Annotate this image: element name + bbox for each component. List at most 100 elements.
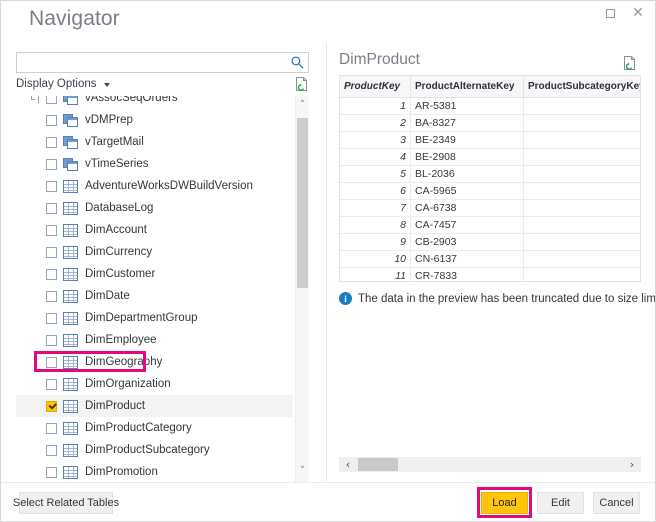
tree-item-databaselog[interactable]: DatabaseLog	[16, 197, 293, 219]
table-row[interactable]: 6CA-5965null	[340, 182, 640, 200]
tree-item-checkbox[interactable]	[46, 290, 57, 302]
table-icon	[63, 201, 78, 215]
maximize-button[interactable]	[597, 3, 623, 23]
tree-item-checkbox[interactable]	[46, 136, 57, 148]
tree-item-label: vTargetMail	[85, 136, 144, 148]
tree-item-checkbox[interactable]	[46, 224, 57, 236]
chevron-down-icon[interactable]	[104, 83, 110, 87]
tree-item-dimdepartmentgroup[interactable]: DimDepartmentGroup	[16, 307, 293, 329]
tree-item-label: vAssocSeqOrders	[85, 96, 178, 104]
load-button[interactable]: Load	[481, 492, 528, 514]
column-header-productsubcategorykey[interactable]: ProductSubcategoryKey	[523, 76, 640, 98]
scrollbar-thumb[interactable]	[358, 458, 398, 471]
tree-item-checkbox[interactable]	[46, 114, 57, 126]
table-row[interactable]: 11CR-7833null	[340, 267, 640, 281]
cancel-button[interactable]: Cancel	[593, 492, 640, 514]
tree-item-checkbox[interactable]	[46, 400, 57, 412]
search-icon[interactable]	[290, 55, 305, 70]
search-box[interactable]	[16, 52, 309, 74]
refresh-preview-icon[interactable]	[294, 76, 310, 93]
scroll-right-icon[interactable]: ›	[624, 457, 640, 472]
scroll-down-icon[interactable]: ˅	[296, 463, 309, 478]
preview-refresh-icon[interactable]	[622, 55, 638, 72]
tree-item-checkbox[interactable]	[46, 180, 57, 192]
tree-item-dimproductsubcategory[interactable]: DimProductSubcategory	[16, 439, 293, 461]
cell-productalternatekey: AR-5381	[410, 97, 524, 115]
edit-button[interactable]: Edit	[537, 492, 584, 514]
tree-item-vassocseqorders[interactable]: vAssocSeqOrders	[16, 96, 293, 109]
preview-title: DimProduct	[339, 51, 420, 68]
cell-productkey: 6	[340, 182, 411, 200]
tree-item-dimproductcategory[interactable]: DimProductCategory	[16, 417, 293, 439]
tree-item-checkbox[interactable]	[46, 246, 57, 258]
close-button[interactable]: ✕	[625, 3, 651, 23]
tree-item-vtimeseries[interactable]: vTimeSeries	[16, 153, 293, 175]
tree-item-dimcustomer[interactable]: DimCustomer	[16, 263, 293, 285]
table-icon	[63, 465, 78, 479]
table-row[interactable]: 2BA-8327null	[340, 114, 640, 132]
object-tree[interactable]: vAssocSeqOrders vDMPrep vTargetMail vTimeSe…	[16, 96, 309, 481]
tree-expander-icon[interactable]	[31, 96, 41, 103]
table-row[interactable]: 10CN-6137null	[340, 250, 640, 268]
tree-item-checkbox[interactable]	[46, 158, 57, 170]
tree-item-dimgeography[interactable]: DimGeography	[16, 351, 293, 373]
pane-divider	[326, 43, 327, 481]
column-header-productalternatekey[interactable]: ProductAlternateKey	[410, 76, 524, 98]
tree-item-label: DimPromotion	[85, 466, 158, 478]
scroll-up-icon[interactable]: ˄	[296, 97, 309, 112]
tree-item-checkbox[interactable]	[46, 312, 57, 324]
tree-item-label: DimGeography	[85, 356, 163, 368]
search-input[interactable]	[21, 53, 293, 74]
cell-productsubcategorykey: null	[523, 250, 640, 268]
truncation-notice: i The data in the preview has been trunc…	[339, 292, 655, 305]
object-tree-items: vAssocSeqOrders vDMPrep vTargetMail vTimeSe…	[16, 96, 293, 481]
tree-item-dimpromotion[interactable]: DimPromotion	[16, 461, 293, 481]
tree-item-checkbox[interactable]	[46, 356, 57, 368]
tree-item-checkbox[interactable]	[46, 378, 57, 390]
tree-item-label: AdventureWorksDWBuildVersion	[85, 180, 253, 192]
tree-item-checkbox[interactable]	[46, 202, 57, 214]
display-options-label[interactable]: Display Options	[16, 78, 97, 90]
table-row[interactable]: 7CA-6738null	[340, 199, 640, 217]
view-icon	[63, 96, 78, 105]
table-row[interactable]: 8CA-7457null	[340, 216, 640, 234]
tree-item-label: vTimeSeries	[85, 158, 149, 170]
cell-productkey: 7	[340, 199, 411, 217]
tree-item-dimdate[interactable]: DimDate	[16, 285, 293, 307]
preview-horizontal-scrollbar[interactable]: ‹ ›	[339, 457, 641, 472]
tree-item-dimaccount[interactable]: DimAccount	[16, 219, 293, 241]
tree-item-vtargetmail[interactable]: vTargetMail	[16, 131, 293, 153]
table-icon	[63, 355, 78, 369]
tree-item-checkbox[interactable]	[46, 466, 57, 478]
tree-item-checkbox[interactable]	[46, 268, 57, 280]
cell-productkey: 1	[340, 97, 411, 115]
table-row[interactable]: 5BL-2036null	[340, 165, 640, 183]
table-row[interactable]: 1AR-5381null	[340, 97, 640, 115]
tree-item-checkbox[interactable]	[46, 444, 57, 456]
table-icon	[63, 399, 78, 413]
column-header-productkey[interactable]: ProductKey	[340, 76, 411, 98]
scroll-left-icon[interactable]: ‹	[340, 457, 356, 472]
tree-item-label: DimDate	[85, 290, 130, 302]
tree-item-dimemployee[interactable]: DimEmployee	[16, 329, 293, 351]
table-row[interactable]: 9CB-2903null	[340, 233, 640, 251]
tree-item-vdmprep[interactable]: vDMPrep	[16, 109, 293, 131]
tree-item-adventureworksdwbuildversion[interactable]: AdventureWorksDWBuildVersion	[16, 175, 293, 197]
preview-grid[interactable]: ProductKey ProductAlternateKey ProductSubc…	[339, 75, 641, 282]
tree-item-dimcurrency[interactable]: DimCurrency	[16, 241, 293, 263]
table-row[interactable]: 3BE-2349null	[340, 131, 640, 149]
tree-item-dimproduct[interactable]: DimProduct	[16, 395, 293, 417]
cell-productalternatekey: CA-5965	[410, 182, 524, 200]
cell-productsubcategorykey: null	[523, 165, 640, 183]
tree-item-label: DimDepartmentGroup	[85, 312, 198, 324]
cell-productsubcategorykey: null	[523, 216, 640, 234]
tree-item-checkbox[interactable]	[46, 334, 57, 346]
tree-item-checkbox[interactable]	[46, 422, 57, 434]
tree-item-checkbox[interactable]	[46, 96, 57, 104]
cell-productkey: 2	[340, 114, 411, 132]
tree-vertical-scrollbar[interactable]: ˄ ˅	[295, 96, 309, 482]
table-row[interactable]: 4BE-2908null	[340, 148, 640, 166]
tree-item-dimorganization[interactable]: DimOrganization	[16, 373, 293, 395]
select-related-tables-button[interactable]: Select Related Tables	[13, 492, 119, 514]
scrollbar-thumb[interactable]	[297, 118, 308, 288]
